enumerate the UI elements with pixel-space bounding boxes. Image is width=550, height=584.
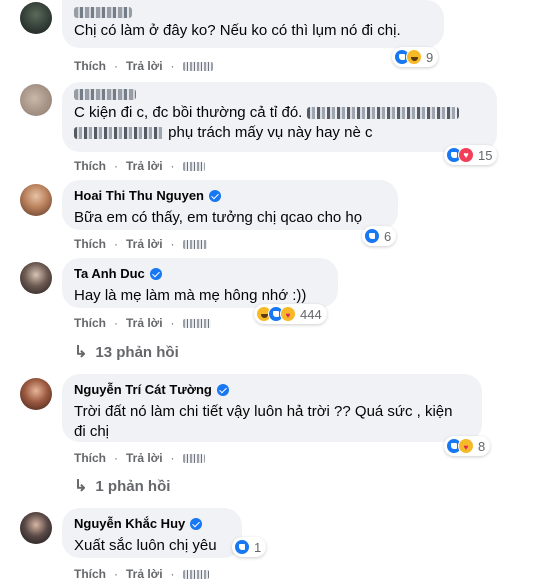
comment-bubble: Chị có làm ở đây ko? Nếu ko có thì lụm n… xyxy=(62,0,444,48)
view-replies-link[interactable]: ↳ 1 phản hồi xyxy=(74,476,170,496)
comment-text: Xuất sắc luôn chị yêu xyxy=(74,537,217,554)
comment-author[interactable] xyxy=(74,89,485,100)
mention-link[interactable] xyxy=(306,107,459,120)
reply-arrow-icon: ↳ xyxy=(74,478,88,495)
reply-button[interactable]: Trả lời xyxy=(126,567,163,581)
reaction-summary[interactable]: 6 xyxy=(362,226,397,246)
comment-text: Bữa em có thấy, em tưởng chị qcao cho họ xyxy=(74,209,363,226)
comment-text: Hay là mẹ làm mà mẹ hông nhớ :)) xyxy=(74,287,307,304)
like-icon xyxy=(364,228,380,244)
view-replies-link[interactable]: ↳ 13 phản hồi xyxy=(74,342,179,362)
timestamp[interactable] xyxy=(182,453,205,463)
comment-bubble: Hoai Thi Thu Nguyen Bữa em có thấy, em t… xyxy=(62,180,398,230)
mention-link[interactable] xyxy=(74,127,164,140)
comment-bubble: Nguyễn Khắc Huy Xuất sắc luôn chị yêu xyxy=(62,508,242,558)
timestamp[interactable] xyxy=(182,61,213,71)
comment-text: Chị có làm ở đây ko? Nếu ko có thì lụm n… xyxy=(74,22,401,39)
like-icon xyxy=(234,539,250,555)
reaction-count: 8 xyxy=(478,438,486,454)
reaction-count: 6 xyxy=(384,228,392,244)
reply-button[interactable]: Trả lời xyxy=(126,159,163,173)
like-button[interactable]: Thích xyxy=(74,237,106,251)
comment-author[interactable]: Nguyễn Khắc Huy xyxy=(74,515,230,533)
timestamp[interactable] xyxy=(182,161,205,171)
comment-author[interactable]: Nguyễn Trí Cát Tường xyxy=(74,381,470,399)
reaction-count: 1 xyxy=(254,539,262,555)
avatar[interactable] xyxy=(20,512,52,544)
reaction-count: 15 xyxy=(478,147,493,163)
care-icon xyxy=(458,438,474,454)
verified-badge-icon xyxy=(190,518,203,530)
avatar[interactable] xyxy=(20,2,52,34)
haha-icon xyxy=(406,49,422,65)
comment-actions: Thích · Trả lời · xyxy=(74,450,205,466)
like-button[interactable]: Thích xyxy=(74,159,106,173)
verified-badge-icon xyxy=(216,384,229,396)
reaction-summary[interactable]: 1 xyxy=(232,537,267,557)
comment-actions: Thích · Trả lời · xyxy=(74,58,213,74)
verified-badge-icon xyxy=(149,268,162,280)
reply-button[interactable]: Trả lời xyxy=(126,237,163,251)
reaction-summary[interactable]: 444 xyxy=(254,304,327,324)
reaction-summary[interactable]: 15 xyxy=(444,145,498,165)
reply-button[interactable]: Trả lời xyxy=(126,316,163,330)
like-button[interactable]: Thích xyxy=(74,567,106,581)
comment-author[interactable] xyxy=(74,7,432,18)
reply-button[interactable]: Trả lời xyxy=(126,59,163,73)
comment-actions: Thích · Trả lời · xyxy=(74,315,211,331)
care-icon xyxy=(280,306,296,322)
reaction-summary[interactable]: 8 xyxy=(444,436,491,456)
reaction-count: 9 xyxy=(426,49,434,65)
comment-bubble: Ta Anh Duc Hay là mẹ làm mà mẹ hông nhớ … xyxy=(62,258,338,308)
reaction-summary[interactable]: 9 xyxy=(392,47,439,67)
timestamp[interactable] xyxy=(182,569,209,579)
comment-text: đi chị xyxy=(74,423,110,440)
avatar[interactable] xyxy=(20,184,52,216)
avatar[interactable] xyxy=(20,84,52,116)
comment-text: C kiện đi c, đc bồi thường cả tỉ đó. xyxy=(74,103,485,123)
comment-actions: Thích · Trả lời · xyxy=(74,236,207,252)
avatar[interactable] xyxy=(20,378,52,410)
reply-button[interactable]: Trả lời xyxy=(126,451,163,465)
avatar[interactable] xyxy=(20,262,52,294)
verified-badge-icon xyxy=(209,190,221,202)
reaction-count: 444 xyxy=(300,306,322,322)
comment-author[interactable]: Hoai Thi Thu Nguyen xyxy=(74,187,386,205)
comment-text: phụ trách mấy vụ này hay nè c xyxy=(74,123,485,143)
comment-actions: Thích · Trả lời · xyxy=(74,566,209,582)
comment-bubble: Nguyễn Trí Cát Tường Trời đất nó làm chi… xyxy=(62,374,482,442)
timestamp[interactable] xyxy=(182,239,207,249)
timestamp[interactable] xyxy=(182,318,211,328)
like-button[interactable]: Thích xyxy=(74,451,106,465)
love-icon xyxy=(458,147,474,163)
like-button[interactable]: Thích xyxy=(74,59,106,73)
comment-bubble: C kiện đi c, đc bồi thường cả tỉ đó. phụ… xyxy=(62,82,497,152)
like-button[interactable]: Thích xyxy=(74,316,106,330)
reply-arrow-icon: ↳ xyxy=(74,344,88,361)
comment-text: Trời đất nó làm chi tiết vậy luôn hả trờ… xyxy=(74,403,453,420)
comment-author[interactable]: Ta Anh Duc xyxy=(74,265,326,283)
comment-actions: Thích · Trả lời · xyxy=(74,158,205,174)
